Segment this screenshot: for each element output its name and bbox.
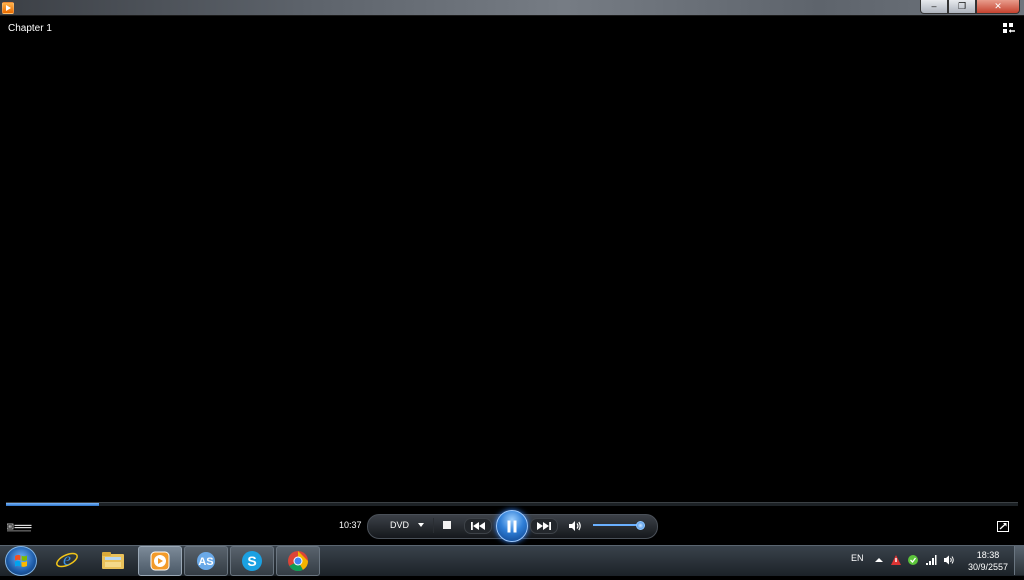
- taskbar-chrome[interactable]: [276, 546, 320, 576]
- fullscreen-icon[interactable]: [997, 519, 1009, 532]
- next-button[interactable]: [530, 518, 558, 534]
- seek-progress-fill: [6, 503, 100, 506]
- as-app-icon: AS: [197, 552, 215, 570]
- taskbar-skype[interactable]: S: [230, 546, 274, 576]
- switch-library-icon[interactable]: [1002, 22, 1016, 36]
- skype-icon: S: [242, 551, 262, 571]
- chevron-down-icon[interactable]: [418, 523, 424, 527]
- taskbar-as-app[interactable]: AS: [184, 546, 228, 576]
- system-clock[interactable]: 18:38 30/9/2557: [964, 549, 1012, 573]
- media-player-app-icon[interactable]: [2, 2, 14, 14]
- tray-security-icon[interactable]: [907, 554, 919, 566]
- minimize-icon: ‒: [931, 1, 937, 11]
- folder-icon: [102, 552, 124, 569]
- speaker-icon[interactable]: [568, 519, 582, 531]
- start-button[interactable]: [5, 546, 37, 576]
- minimize-button[interactable]: ‒: [920, 0, 948, 14]
- previous-icon: [471, 522, 485, 530]
- chevron-up-icon: [875, 558, 883, 562]
- play-pause-button[interactable]: [496, 510, 528, 542]
- media-player-icon: [150, 551, 170, 571]
- restore-icon: ❐: [957, 1, 967, 11]
- chrome-icon: [288, 551, 309, 572]
- elapsed-time: 10:37: [339, 520, 362, 530]
- chapter-label: Chapter 1: [8, 23, 52, 34]
- clock-date: 30/9/2557: [967, 562, 1009, 572]
- maximize-button[interactable]: ❐: [948, 0, 976, 14]
- taskbar-windows-media-player[interactable]: [138, 546, 182, 576]
- dolby-logo: [6, 520, 33, 532]
- internet-explorer-icon: e: [56, 549, 78, 569]
- clock-time: 18:38: [976, 550, 1000, 560]
- pause-icon: [507, 520, 517, 532]
- show-hidden-icons-button[interactable]: [873, 554, 885, 566]
- previous-button[interactable]: [464, 518, 492, 534]
- windows-logo-icon: [15, 554, 27, 567]
- show-desktop-button[interactable]: [1014, 546, 1024, 575]
- tray-volume-icon[interactable]: [943, 554, 955, 566]
- window-controls: ‒ ❐ ✕: [920, 0, 1020, 14]
- seek-bar[interactable]: [6, 502, 1018, 506]
- volume-level-fill: [593, 524, 639, 526]
- next-icon: [537, 522, 551, 530]
- tray-network-warning-icon[interactable]: [890, 554, 902, 566]
- dvd-menu-button[interactable]: DVD: [390, 520, 409, 530]
- svg-text:S: S: [247, 553, 256, 569]
- taskbar-internet-explorer[interactable]: e: [46, 546, 88, 574]
- svg-text:e: e: [63, 549, 71, 569]
- close-icon: ✕: [994, 1, 1002, 11]
- volume-slider-handle[interactable]: [636, 521, 645, 530]
- svg-text:AS: AS: [198, 556, 213, 568]
- separator: [433, 518, 434, 533]
- volume-slider[interactable]: [593, 524, 641, 526]
- taskbar-file-explorer[interactable]: [92, 546, 134, 574]
- stop-button[interactable]: [443, 521, 451, 529]
- window-titlebar[interactable]: ‒ ❐ ✕: [0, 0, 1024, 16]
- language-indicator[interactable]: EN: [851, 553, 864, 563]
- close-button[interactable]: ✕: [976, 0, 1020, 14]
- signal-strength-icon[interactable]: [925, 554, 937, 566]
